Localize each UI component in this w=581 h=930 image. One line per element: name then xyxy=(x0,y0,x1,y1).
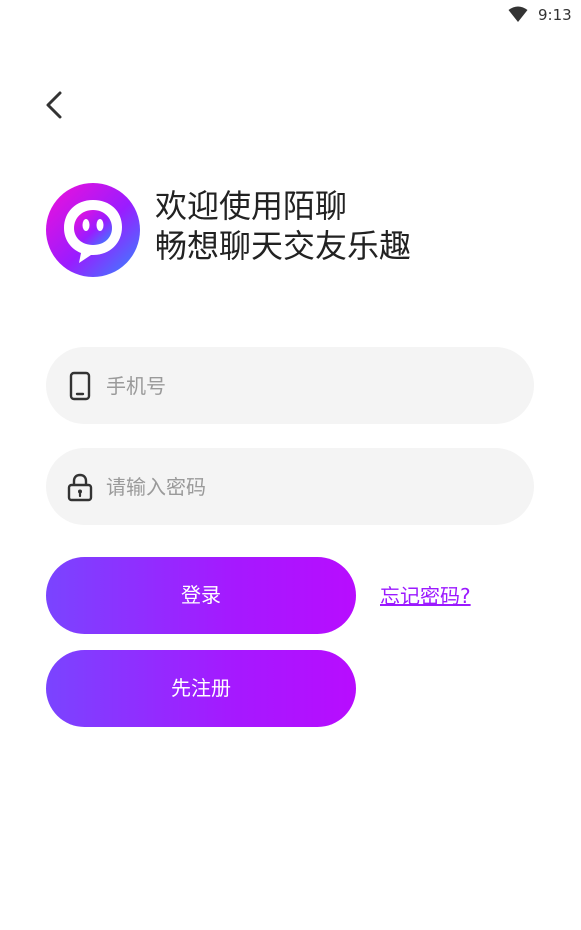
forgot-password-link[interactable]: 忘记密码? xyxy=(380,583,471,609)
status-time: 9:13 xyxy=(538,6,572,24)
status-bar: 9:13 xyxy=(0,0,581,30)
phone-input[interactable] xyxy=(106,347,506,424)
lock-icon xyxy=(67,473,93,502)
login-button[interactable]: 登录 xyxy=(46,557,356,634)
password-field[interactable] xyxy=(46,448,534,525)
chat-bubble-logo-icon xyxy=(46,183,140,277)
password-input[interactable] xyxy=(106,448,506,525)
welcome-text: 欢迎使用陌聊 畅想聊天交友乐趣 xyxy=(155,186,411,266)
chevron-left-icon[interactable] xyxy=(40,86,70,124)
welcome-line-1: 欢迎使用陌聊 xyxy=(155,187,348,225)
phone-field[interactable] xyxy=(46,347,534,424)
welcome-line-2: 畅想聊天交友乐趣 xyxy=(155,227,412,265)
wifi-icon xyxy=(508,6,528,22)
register-button[interactable]: 先注册 xyxy=(46,650,356,727)
phone-icon xyxy=(69,371,91,401)
